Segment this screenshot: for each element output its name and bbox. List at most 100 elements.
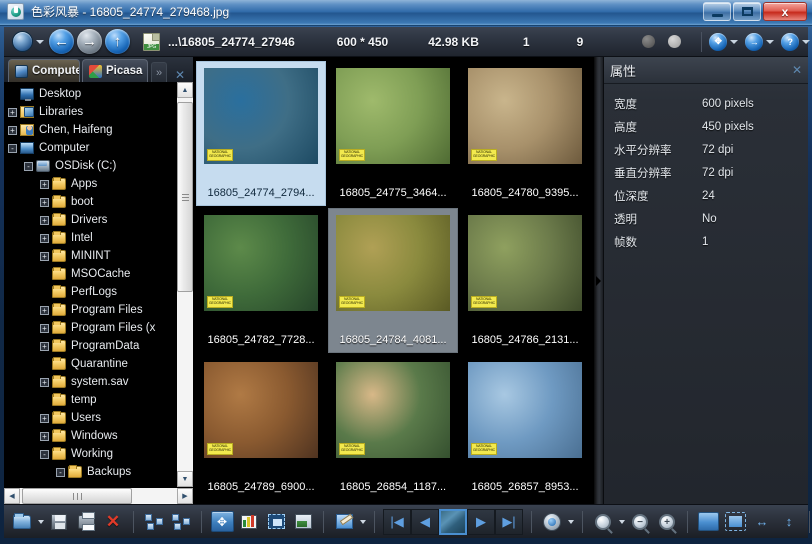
expand-icon[interactable]: + xyxy=(8,108,17,117)
folder-tree[interactable]: Desktop+Libraries+Chen, Haifeng-Computer… xyxy=(4,82,176,487)
tree-item[interactable]: +boot xyxy=(8,193,176,211)
tree-scroll-thumb[interactable] xyxy=(177,102,193,292)
fit-window-button[interactable] xyxy=(723,510,747,534)
expand-icon[interactable]: + xyxy=(40,252,49,261)
expand-icon[interactable]: + xyxy=(40,378,49,387)
help-globe-button[interactable]: ? xyxy=(781,33,812,51)
export-globe-button[interactable]: → xyxy=(745,33,779,51)
export-chevron-down-icon[interactable] xyxy=(766,40,774,44)
settings-chevron-down-icon[interactable] xyxy=(730,40,738,44)
settings-chevron-icon[interactable] xyxy=(568,520,574,524)
tree-hscroll-track[interactable] xyxy=(20,488,177,504)
thumbnail-item[interactable]: NATIONAL GEOGRAPHIC16805_24786_2131... xyxy=(460,208,590,353)
tree-item[interactable]: +Users xyxy=(8,409,176,427)
collapse-icon[interactable]: - xyxy=(56,468,65,477)
tree-item[interactable]: Quarantine xyxy=(8,355,176,373)
tree-item[interactable]: MSOCache xyxy=(8,265,176,283)
last-image-button[interactable]: ▶| xyxy=(495,509,523,535)
thumbnail-item[interactable]: NATIONAL GEOGRAPHIC16805_26857_8953... xyxy=(460,355,590,500)
image-effects-button[interactable] xyxy=(291,510,315,534)
expand-icon[interactable]: + xyxy=(40,324,49,333)
tab-picasa[interactable]: Picasa xyxy=(82,59,148,82)
expand-icon[interactable]: + xyxy=(40,342,49,351)
tree-hscroll-thumb[interactable] xyxy=(22,488,132,504)
tree-item[interactable]: -Backups xyxy=(8,463,176,481)
expand-icon[interactable]: + xyxy=(40,216,49,225)
tree-item[interactable]: +Program Files (x xyxy=(8,319,176,337)
open-chevron-down-icon[interactable] xyxy=(38,520,44,524)
app-menu-button[interactable] xyxy=(12,31,33,52)
open-folder-button[interactable] xyxy=(10,510,34,534)
help-chevron-down-icon[interactable] xyxy=(802,40,810,44)
scroll-right-arrow-icon[interactable]: ▶ xyxy=(177,488,193,504)
first-image-button[interactable]: |◀ xyxy=(383,509,411,535)
view-thumbnails-button[interactable] xyxy=(142,510,166,534)
view-details-button[interactable] xyxy=(169,510,193,534)
tree-item[interactable]: -Working xyxy=(8,445,176,463)
edit-chevron-down-icon[interactable] xyxy=(360,520,366,524)
expand-icon[interactable]: + xyxy=(40,180,49,189)
splitter-collapse-icon[interactable] xyxy=(596,276,601,286)
zoom-out-button[interactable]: − xyxy=(628,510,652,534)
forward-button[interactable]: → xyxy=(77,29,102,54)
app-menu-chevron-down-icon[interactable] xyxy=(36,40,44,44)
expand-icon[interactable]: + xyxy=(40,306,49,315)
move-tool-button[interactable]: ✥ xyxy=(210,510,234,534)
print-button[interactable] xyxy=(74,510,98,534)
tree-item[interactable]: -OSDisk (C:) xyxy=(8,157,176,175)
back-button[interactable]: ← xyxy=(49,29,74,54)
edit-button[interactable] xyxy=(332,510,356,534)
thumbnail-item[interactable]: NATIONAL GEOGRAPHIC16805_24789_6900... xyxy=(196,355,326,500)
histogram-button[interactable] xyxy=(237,510,261,534)
tree-item[interactable]: +Apps xyxy=(8,175,176,193)
maximize-button[interactable] xyxy=(733,2,761,21)
tree-item[interactable]: +ProgramData xyxy=(8,337,176,355)
fit-width-button[interactable]: ↔ xyxy=(750,510,774,534)
tree-item[interactable]: +Program Files xyxy=(8,301,176,319)
expand-icon[interactable]: + xyxy=(40,414,49,423)
panel-splitter[interactable] xyxy=(593,57,603,504)
fit-actual-size-button[interactable] xyxy=(696,510,720,534)
thumbnail-item[interactable]: NATIONAL GEOGRAPHIC16805_24780_9395... xyxy=(460,61,590,206)
tree-item[interactable]: +Windows xyxy=(8,427,176,445)
fit-height-button[interactable]: ↕ xyxy=(777,510,801,534)
tree-item[interactable]: +Drivers xyxy=(8,211,176,229)
tree-item[interactable]: Desktop xyxy=(8,85,176,103)
tree-item[interactable]: temp xyxy=(8,391,176,409)
zoom-in-button[interactable]: + xyxy=(655,510,679,534)
thumbnail-item[interactable]: NATIONAL GEOGRAPHIC16805_24775_3464... xyxy=(328,61,458,206)
settings-globe-button[interactable]: ✥ xyxy=(709,33,743,51)
close-button[interactable]: x xyxy=(763,2,807,21)
thumbnail-grid[interactable]: NATIONAL GEOGRAPHIC16805_24774_2794...NA… xyxy=(194,57,593,504)
expand-icon[interactable]: + xyxy=(40,198,49,207)
thumbnail-item[interactable]: NATIONAL GEOGRAPHIC16805_26854_1187... xyxy=(328,355,458,500)
minimize-button[interactable] xyxy=(703,2,731,21)
scroll-up-arrow-icon[interactable]: ▲ xyxy=(177,82,193,98)
tree-scroll-track[interactable] xyxy=(177,98,193,471)
play-slideshow-button[interactable]: ▶ xyxy=(467,509,495,535)
tree-item[interactable]: +Libraries xyxy=(8,103,176,121)
tree-item[interactable]: +system.sav xyxy=(8,373,176,391)
tree-item[interactable]: +Intel xyxy=(8,229,176,247)
tree-item[interactable]: PerfLogs xyxy=(8,283,176,301)
tree-item[interactable]: +MININT xyxy=(8,247,176,265)
properties-close-icon[interactable]: ✕ xyxy=(792,63,802,77)
tab-computer[interactable]: Computer xyxy=(8,59,80,82)
thumbnail-item[interactable]: NATIONAL GEOGRAPHIC16805_24784_4081... xyxy=(328,208,458,353)
scroll-down-arrow-icon[interactable]: ▼ xyxy=(177,471,193,487)
tree-item[interactable]: -Computer xyxy=(8,139,176,157)
up-button[interactable]: ↑ xyxy=(105,29,130,54)
save-button[interactable] xyxy=(47,510,71,534)
sidebar-close-icon[interactable]: ✕ xyxy=(175,68,185,82)
expand-icon[interactable]: + xyxy=(8,126,17,135)
tab-overflow-button[interactable]: » xyxy=(151,62,167,82)
tree-horizontal-scrollbar[interactable]: ◀ ▶ xyxy=(4,487,193,504)
tree-item[interactable]: +Chen, Haifeng xyxy=(8,121,176,139)
collapse-icon[interactable]: - xyxy=(8,144,17,153)
scroll-left-arrow-icon[interactable]: ◀ xyxy=(4,488,20,504)
collapse-icon[interactable]: - xyxy=(24,162,33,171)
delete-button[interactable]: ✕ xyxy=(101,510,125,534)
previous-image-button[interactable]: ◀ xyxy=(411,509,439,535)
expand-icon[interactable]: + xyxy=(40,234,49,243)
zoom-tool-button[interactable] xyxy=(591,510,615,534)
